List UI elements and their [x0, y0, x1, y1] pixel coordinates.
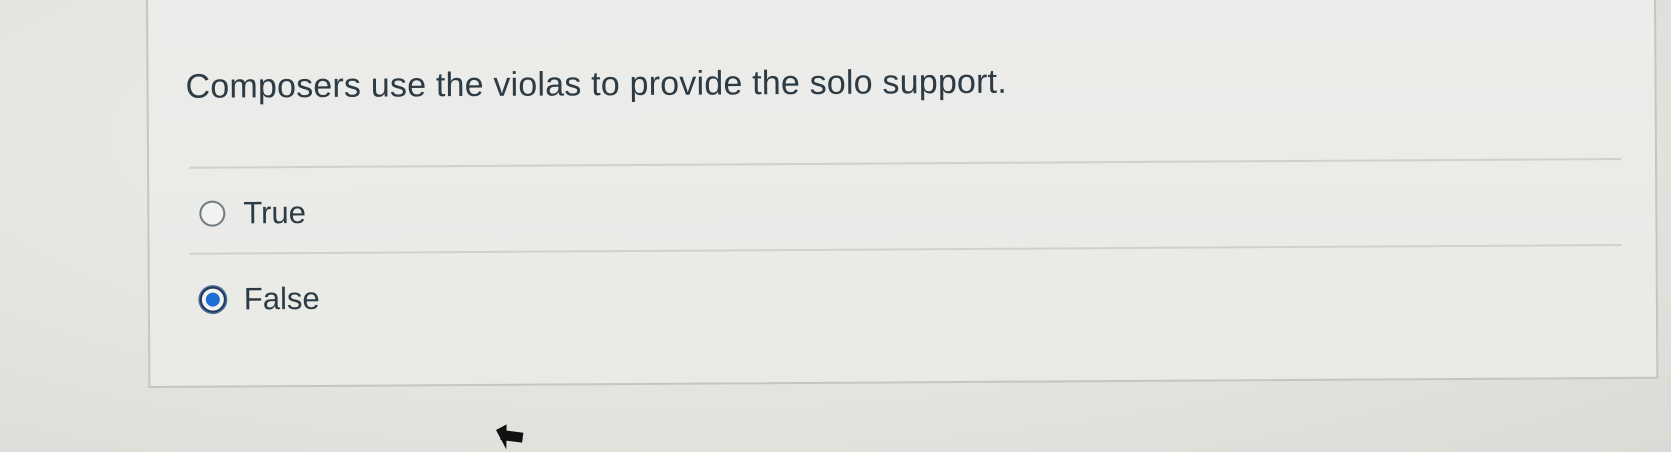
divider — [189, 157, 1622, 169]
radio-button-true[interactable] — [199, 200, 226, 227]
question-text: Composers use the violas to provide the … — [185, 62, 1008, 106]
answer-label-false: False — [243, 280, 320, 317]
question-card: Composers use the violas to provide the … — [146, 0, 1659, 388]
answer-option-false[interactable]: False — [199, 279, 320, 320]
answer-label-true: True — [243, 195, 307, 231]
radio-button-false[interactable] — [199, 286, 226, 313]
divider — [189, 243, 1622, 255]
answer-option-true[interactable]: True — [199, 193, 306, 234]
